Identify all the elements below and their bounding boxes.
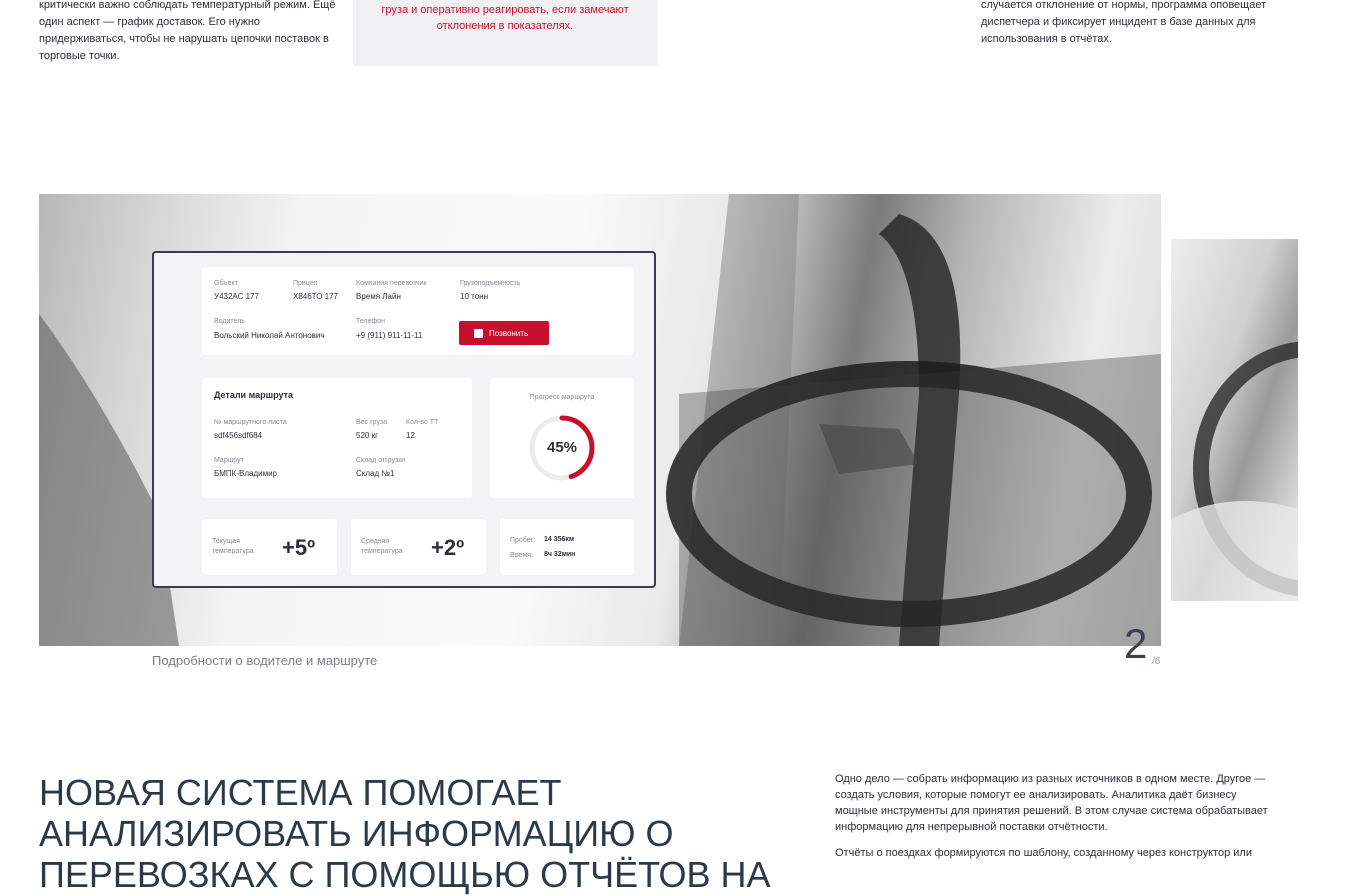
progress-value: 45% — [546, 439, 578, 456]
highlight-box: груза и оперативно реагировать, если зам… — [353, 0, 658, 66]
carrier-label: Компания перевозчик — [356, 280, 427, 287]
route-details-panel: Детали маршрута № маршрутного листа sdf4… — [202, 378, 472, 498]
phone-icon — [474, 328, 483, 338]
driver-value: Вольский Николай Антонович — [214, 331, 325, 340]
intro-text-left: критически важно соблюдать температурный… — [39, 0, 336, 62]
section-description: Одно дело — собрать информацию из разных… — [835, 771, 1275, 871]
intro-text-right: случается отклонение от нормы, программа… — [981, 0, 1267, 45]
route-details-title: Детали маршрута — [214, 390, 294, 400]
section-paragraph-1: Одно дело — собрать информацию из разных… — [835, 773, 1268, 833]
waybill-label: № маршрутного листа — [214, 419, 287, 426]
weight-value: 520 кг — [356, 431, 378, 440]
progress-label: Прогресс маршрута — [529, 394, 595, 401]
average-temp-label-2: температура — [361, 548, 403, 555]
current-temp-label-1: Текущая — [212, 538, 240, 545]
vehicle-info-panel: Объект У432АС 177 Прицеп Х846ТО 177 Комп… — [202, 267, 634, 355]
mileage-label: Пробег: — [510, 537, 536, 544]
mileage-panel: Пробег: 14 356км Время: 8ч 32мин — [500, 519, 634, 575]
driver-label: Водитель — [214, 318, 245, 325]
warehouse-label: Склад отгрузки — [356, 457, 406, 464]
capacity-value: 10 тонн — [460, 292, 488, 301]
average-temp-value: +2º — [431, 535, 465, 560]
slide-caption: Подробности о водителе и маршруте — [152, 653, 378, 668]
warehouse-value: Склад №1 — [356, 469, 395, 478]
weight-label: Вес груза — [356, 419, 387, 426]
carrier-value: Время Лайн — [356, 292, 401, 301]
time-label: Время: — [510, 552, 534, 559]
highlight-text: груза и оперативно реагировать, если зам… — [381, 4, 629, 32]
object-label: Объект — [214, 280, 238, 287]
phone-value: +9 (911) 911-11-11 — [356, 331, 423, 340]
time-value: 8ч 32мин — [544, 551, 576, 558]
current-temp-value: +5º — [282, 535, 316, 560]
slide-counter-current: 2 — [1124, 620, 1148, 667]
points-label: Кол-во ТТ — [406, 419, 439, 426]
current-temp-panel: Текущая температура +5º — [202, 519, 337, 575]
average-temp-label-1: Средняя — [361, 538, 390, 545]
route-progress-panel: Прогресс маршрута 45% — [490, 378, 634, 498]
route-dashboard-card: Объект У432АС 177 Прицеп Х846ТО 177 Комп… — [152, 251, 656, 588]
route-label: Маршрут — [214, 457, 244, 464]
phone-label: Телефон — [356, 318, 386, 325]
trailer-value: Х846ТО 177 — [293, 292, 339, 301]
route-value: БМПК-Владимир — [214, 469, 277, 478]
section-headline: Новая система помогает анализировать инф… — [39, 772, 771, 895]
call-button[interactable]: Позвонить — [459, 321, 549, 345]
object-value: У432АС 177 — [214, 292, 259, 301]
slide-counter-total: /6 — [1152, 656, 1161, 667]
section-paragraph-2: Отчёты о поездках формируются по шаблону… — [835, 847, 1252, 859]
average-temp-panel: Средняя температура +2º — [351, 519, 486, 575]
slide-image-next[interactable] — [1171, 239, 1298, 601]
capacity-label: Грузоподъемность — [460, 280, 521, 287]
current-temp-label-2: температура — [212, 548, 254, 555]
waybill-value: sdf456sdf684 — [214, 431, 263, 440]
trailer-label: Прицеп — [293, 280, 318, 287]
mileage-value: 14 356км — [544, 536, 575, 543]
call-button-label: Позвонить — [489, 328, 529, 338]
truck-driver-preview — [1171, 341, 1298, 601]
points-value: 12 — [406, 431, 415, 440]
